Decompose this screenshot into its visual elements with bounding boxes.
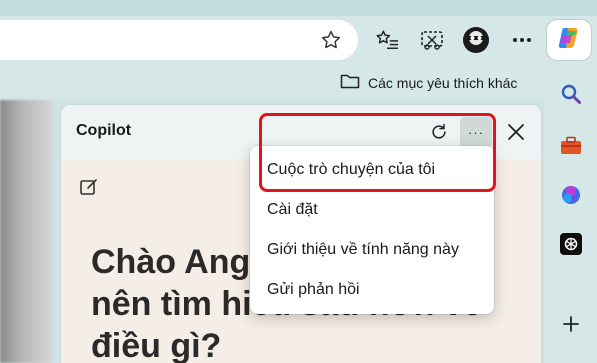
favorites-bar: Các mục yêu thích khác (0, 66, 544, 100)
copilot-toolbar-button[interactable] (547, 20, 591, 60)
refresh-icon (432, 123, 446, 139)
chatgpt-icon[interactable] (557, 230, 585, 258)
toolbox-icon[interactable] (557, 132, 585, 160)
more-options-icon[interactable] (507, 25, 537, 55)
menu-item-feedback[interactable]: Gửi phản hồi (250, 270, 494, 310)
pane-more-menu: Cuộc trò chuyện của tôi Cài đặt Giới thi… (250, 146, 494, 314)
close-icon[interactable] (502, 118, 530, 146)
favorites-list-icon[interactable] (372, 25, 402, 55)
address-bar[interactable] (0, 20, 358, 60)
other-favorites-folder[interactable]: Các mục yêu thích khác (340, 72, 517, 94)
menu-item-about[interactable]: Giới thiệu về tính năng này (250, 230, 494, 270)
web-page-content (0, 100, 52, 363)
compose-icon (80, 179, 97, 195)
office-icon[interactable] (557, 181, 585, 209)
screenshot-icon[interactable] (417, 25, 447, 55)
tab-strip (0, 0, 597, 16)
add-icon[interactable] (557, 310, 585, 338)
copilot-icon (556, 25, 582, 56)
folder-icon (340, 73, 360, 93)
menu-item-my-chats[interactable]: Cuộc trò chuyện của tôi (250, 150, 494, 190)
refresh-button[interactable] (427, 120, 451, 144)
pane-title: Copilot (76, 122, 132, 139)
profile-avatar-icon[interactable] (461, 25, 491, 55)
search-icon[interactable] (557, 80, 585, 108)
other-favorites-label: Các mục yêu thích khác (368, 75, 518, 91)
menu-item-settings[interactable]: Cài đặt (250, 190, 494, 230)
favorite-star-icon[interactable] (316, 25, 346, 55)
new-chat-button[interactable] (77, 175, 101, 199)
browser-toolbar (0, 16, 597, 66)
edge-sidebar (544, 66, 597, 363)
pane-more-button[interactable]: ··· (460, 117, 492, 147)
